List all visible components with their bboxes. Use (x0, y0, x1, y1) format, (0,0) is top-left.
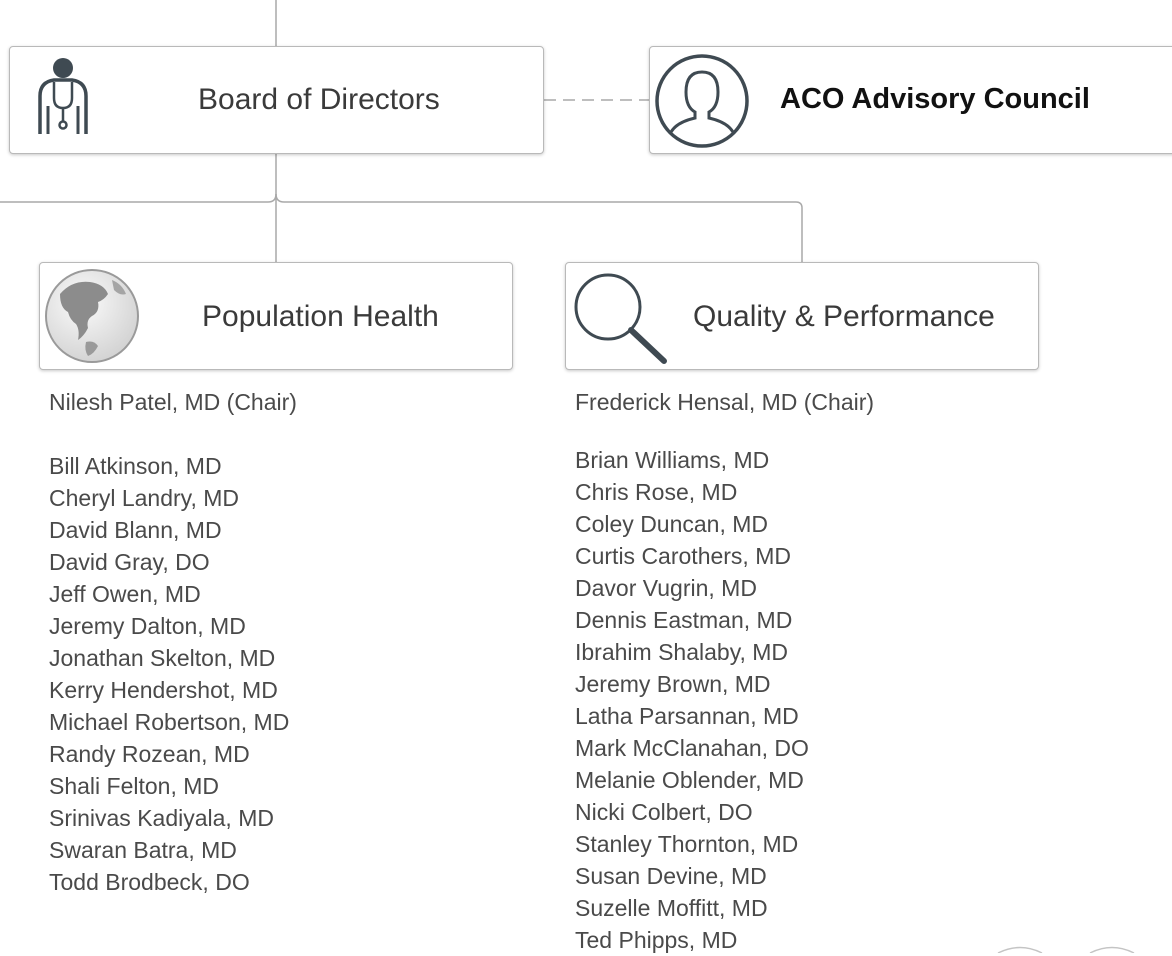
list-item: Latha Parsannan, MD (575, 703, 799, 729)
list-item: Davor Vugrin, MD (575, 575, 757, 601)
partial-node-outlines (997, 946, 1135, 953)
list-item: Bill Atkinson, MD (49, 453, 222, 479)
magnifier-icon (570, 269, 670, 374)
quality-performance-chair: Frederick Hensal, MD (Chair) (575, 389, 875, 415)
list-item: Stanley Thornton, MD (575, 831, 799, 857)
list-item: Srinivas Kadiyala, MD (49, 805, 274, 831)
population-health-node[interactable]: Population Health (39, 262, 513, 370)
list-item: Swaran Batra, MD (49, 837, 237, 863)
list-item: Suzelle Moffitt, MD (575, 895, 768, 921)
quality-performance-members: Brian Williams, MD Chris Rose, MD Coley … (575, 444, 809, 956)
list-item: Jonathan Skelton, MD (49, 645, 276, 671)
population-health-chair: Nilesh Patel, MD (Chair) (49, 389, 297, 415)
list-item: Shali Felton, MD (49, 773, 220, 799)
list-item: Dennis Eastman, MD (575, 607, 793, 633)
quality-performance-node[interactable]: Quality & Performance (565, 262, 1039, 370)
list-item: Coley Duncan, MD (575, 511, 769, 537)
globe-icon (42, 266, 142, 371)
aco-advisory-council-node[interactable]: ACO Advisory Council (649, 46, 1172, 154)
list-item: Curtis Carothers, MD (575, 543, 791, 569)
board-of-directors-label: Board of Directors (198, 83, 440, 116)
list-item: Ted Phipps, MD (575, 927, 738, 953)
list-item: Jeff Owen, MD (49, 581, 201, 607)
list-item: Brian Williams, MD (575, 447, 770, 473)
population-health-label: Population Health (202, 300, 439, 333)
list-item: Kerry Hendershot, MD (49, 677, 278, 703)
list-item: Susan Devine, MD (575, 863, 767, 889)
list-item: Ibrahim Shalaby, MD (575, 639, 789, 665)
population-health-members: Bill Atkinson, MD Cheryl Landry, MD Davi… (49, 450, 289, 898)
quality-performance-label: Quality & Performance (693, 300, 995, 333)
list-item: Nicki Colbert, DO (575, 799, 753, 825)
list-item: Chris Rose, MD (575, 479, 738, 505)
list-item: Jeremy Dalton, MD (49, 613, 246, 639)
list-item: Mark McClanahan, DO (575, 735, 809, 761)
list-item: Melanie Oblender, MD (575, 767, 804, 793)
board-of-directors-node[interactable]: Board of Directors (9, 46, 544, 154)
list-item: Todd Brodbeck, DO (49, 869, 250, 895)
person-silhouette-icon (653, 52, 751, 155)
list-item: Cheryl Landry, MD (49, 485, 240, 511)
list-item: David Gray, DO (49, 549, 210, 575)
list-item: David Blann, MD (49, 517, 222, 543)
list-item: Michael Robertson, MD (49, 709, 290, 735)
doctor-icon (32, 56, 94, 145)
aco-advisory-council-label: ACO Advisory Council (780, 83, 1090, 115)
list-item: Jeremy Brown, MD (575, 671, 771, 697)
list-item: Randy Rozean, MD (49, 741, 250, 767)
